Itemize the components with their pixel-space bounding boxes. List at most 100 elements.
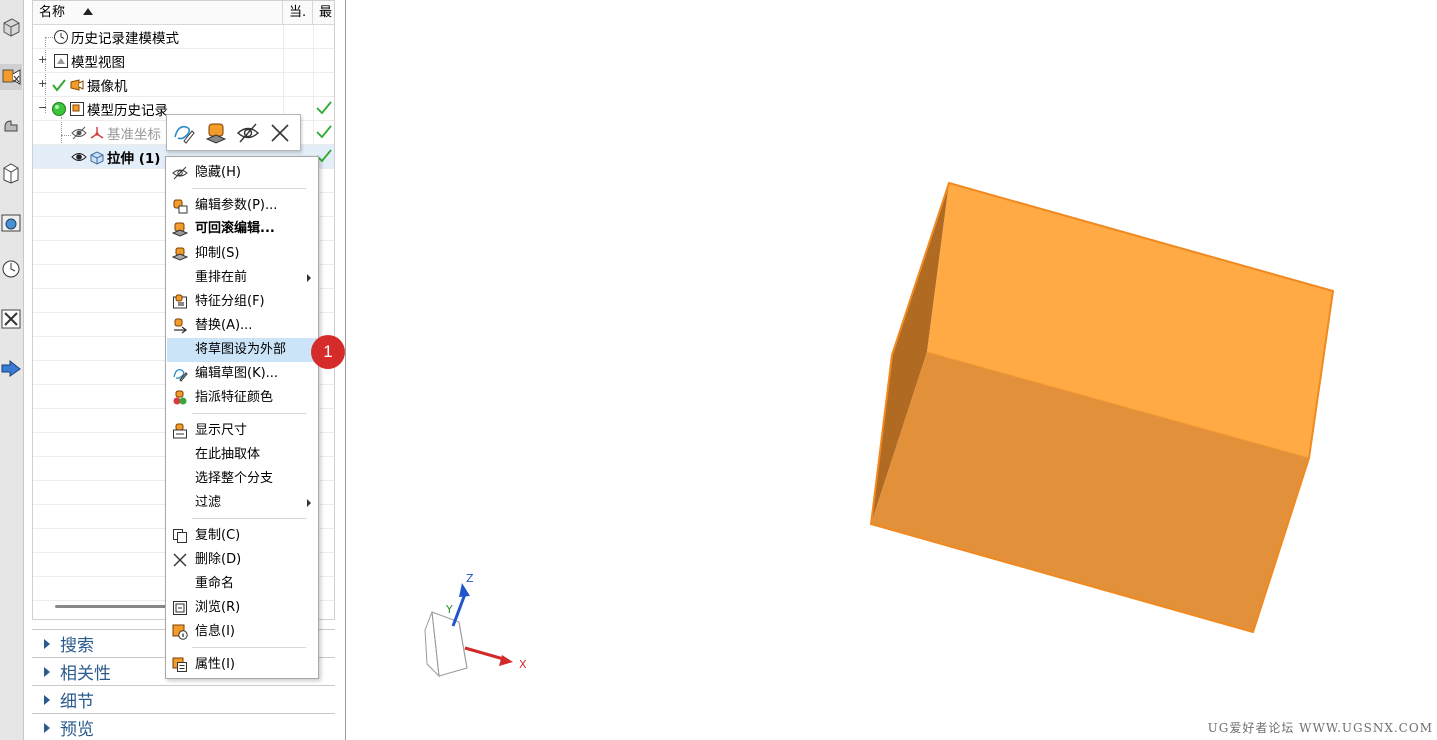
assembly-navigator-icon[interactable]	[0, 14, 22, 40]
expand-icon[interactable]: +	[38, 78, 47, 89]
menu-item-suppress[interactable]: 抑制(S)	[167, 242, 317, 266]
hide-icon	[236, 123, 260, 143]
menu-item-properties[interactable]: 属性(I)	[167, 653, 317, 677]
menu-item-assign-feature-color[interactable]: 指派特征颜色	[167, 386, 317, 410]
hidden-eye-icon	[71, 125, 87, 141]
delete-icon	[172, 552, 188, 568]
part-navigator-icon[interactable]	[0, 64, 22, 90]
copy-icon	[172, 528, 188, 544]
tree-row[interactable]: + 摄像机	[33, 73, 334, 97]
menu-item-rename[interactable]: 重命名	[167, 572, 317, 596]
constraint-navigator-icon[interactable]	[0, 112, 22, 138]
reuse-library-icon[interactable]	[0, 160, 22, 186]
tree-header: 名称 当. 最	[33, 1, 334, 25]
watermark: UG爱好者论坛 WWW.UGSNX.COM	[1207, 721, 1433, 735]
tree-row[interactable]: + 模型视图	[33, 49, 334, 73]
section-details[interactable]: 细节	[32, 685, 335, 713]
menu-item-edit-parameters[interactable]: 编辑参数(P)...	[167, 194, 317, 218]
edit-sketch-mini-button[interactable]	[170, 119, 198, 147]
horizontal-scrollbar[interactable]	[55, 605, 167, 608]
menu-separator	[192, 647, 306, 648]
step-callout-badge: 1	[311, 335, 345, 369]
menu-item-replace[interactable]: 替换(A)...	[167, 314, 317, 338]
browse-icon	[172, 600, 188, 616]
extruded-block[interactable]	[869, 181, 1335, 634]
menu-item-set-sketch-external[interactable]: 将草图设为外部	[167, 338, 317, 362]
expand-triangle-icon	[44, 722, 50, 733]
collapse-icon[interactable]: −	[38, 102, 47, 113]
triad-x-label: X	[519, 658, 527, 671]
tree-node-label: 摄像机	[87, 79, 128, 95]
process-studio-icon[interactable]	[0, 306, 22, 332]
tree-node-label: 历史记录建模模式	[71, 31, 179, 47]
menu-item-rollback-edit[interactable]: 可回滚编辑...	[167, 217, 317, 241]
column-name-header[interactable]: 名称	[33, 1, 283, 25]
roles-icon[interactable]	[0, 354, 22, 380]
extrude-icon	[89, 149, 105, 165]
graphics-viewport[interactable]: Z Y X UG爱好者论坛 WWW.UGSNX.COM	[347, 0, 1437, 740]
rollback-edit-icon	[171, 221, 189, 237]
tree-node-label: 模型历史记录	[87, 103, 168, 119]
resource-bar	[0, 0, 24, 740]
sort-ascending-icon	[83, 8, 94, 15]
expand-triangle-icon	[44, 666, 50, 677]
view-triad: Z Y X	[424, 572, 527, 678]
rollback-edit-mini-button[interactable]	[202, 119, 230, 147]
menu-item-copy[interactable]: 复制(C)	[167, 524, 317, 548]
camera-icon	[69, 77, 85, 93]
tree-node-label: 模型视图	[71, 55, 125, 71]
up-to-date-check-icon	[315, 123, 333, 145]
menu-item-delete[interactable]: 删除(D)	[167, 548, 317, 572]
up-to-date-check-icon	[315, 99, 333, 121]
menu-item-hide[interactable]: 隐藏(H)	[167, 161, 317, 185]
expand-icon[interactable]: +	[38, 54, 47, 65]
mini-toolbar	[166, 114, 301, 151]
menu-separator	[192, 518, 306, 519]
menu-item-extract-body-here[interactable]: 在此抽取体	[167, 443, 317, 467]
menu-item-feature-group[interactable]: 特征分组(F)	[167, 290, 317, 314]
feature-group-icon	[172, 294, 188, 310]
info-icon	[172, 624, 188, 640]
active-status-icon	[51, 101, 67, 117]
menu-item-browse[interactable]: 浏览(R)	[167, 596, 317, 620]
show-dimensions-icon	[172, 423, 188, 439]
model-view-icon	[53, 53, 69, 69]
delete-mini-button[interactable]	[266, 119, 294, 147]
menu-item-select-entire-branch[interactable]: 选择整个分支	[167, 467, 317, 491]
replace-icon	[172, 318, 188, 334]
hide-mini-button[interactable]	[234, 119, 262, 147]
submenu-arrow-icon	[307, 499, 311, 507]
menu-item-reorder-before[interactable]: 重排在前	[167, 266, 317, 290]
menu-item-information[interactable]: 信息(I)	[167, 620, 317, 644]
tree-node-label: 拉伸 (1)	[107, 151, 161, 167]
section-preview[interactable]: 预览	[32, 713, 335, 740]
menu-separator	[192, 188, 306, 189]
history-icon[interactable]	[0, 256, 22, 282]
expand-triangle-icon	[44, 638, 50, 649]
tree-node-label: 基准坐标	[107, 127, 161, 143]
menu-separator	[192, 413, 306, 414]
visible-eye-icon	[71, 149, 87, 165]
expand-triangle-icon	[44, 694, 50, 705]
edit-parameters-icon	[172, 198, 188, 214]
menu-item-show-dimensions[interactable]: 显示尺寸	[167, 419, 317, 443]
close-icon	[271, 124, 289, 142]
menu-item-filter[interactable]: 过滤	[167, 491, 317, 515]
web-browser-icon[interactable]	[0, 210, 22, 236]
triad-z-label: Z	[466, 572, 474, 585]
properties-icon	[172, 657, 188, 673]
column-current-header[interactable]: 当.	[283, 1, 313, 25]
edit-sketch-icon	[174, 125, 195, 144]
checkmark-icon	[51, 77, 67, 93]
model-view-svg: Z Y X	[424, 181, 1335, 678]
tree-row[interactable]: 历史记录建模模式	[33, 25, 334, 49]
clock-icon	[53, 29, 69, 45]
edit-sketch-icon	[172, 366, 188, 382]
context-menu: 隐藏(H) 编辑参数(P)... 可回滚编辑... 抑制(S) 重排在前 特征分…	[165, 156, 319, 679]
menu-item-edit-sketch[interactable]: 编辑草图(K)...	[167, 362, 317, 386]
column-latest-header[interactable]: 最	[313, 1, 334, 25]
model-history-icon	[69, 101, 85, 117]
feature-color-icon	[172, 390, 188, 406]
datum-csys-icon	[89, 125, 105, 141]
rollback-edit-icon	[205, 123, 227, 144]
